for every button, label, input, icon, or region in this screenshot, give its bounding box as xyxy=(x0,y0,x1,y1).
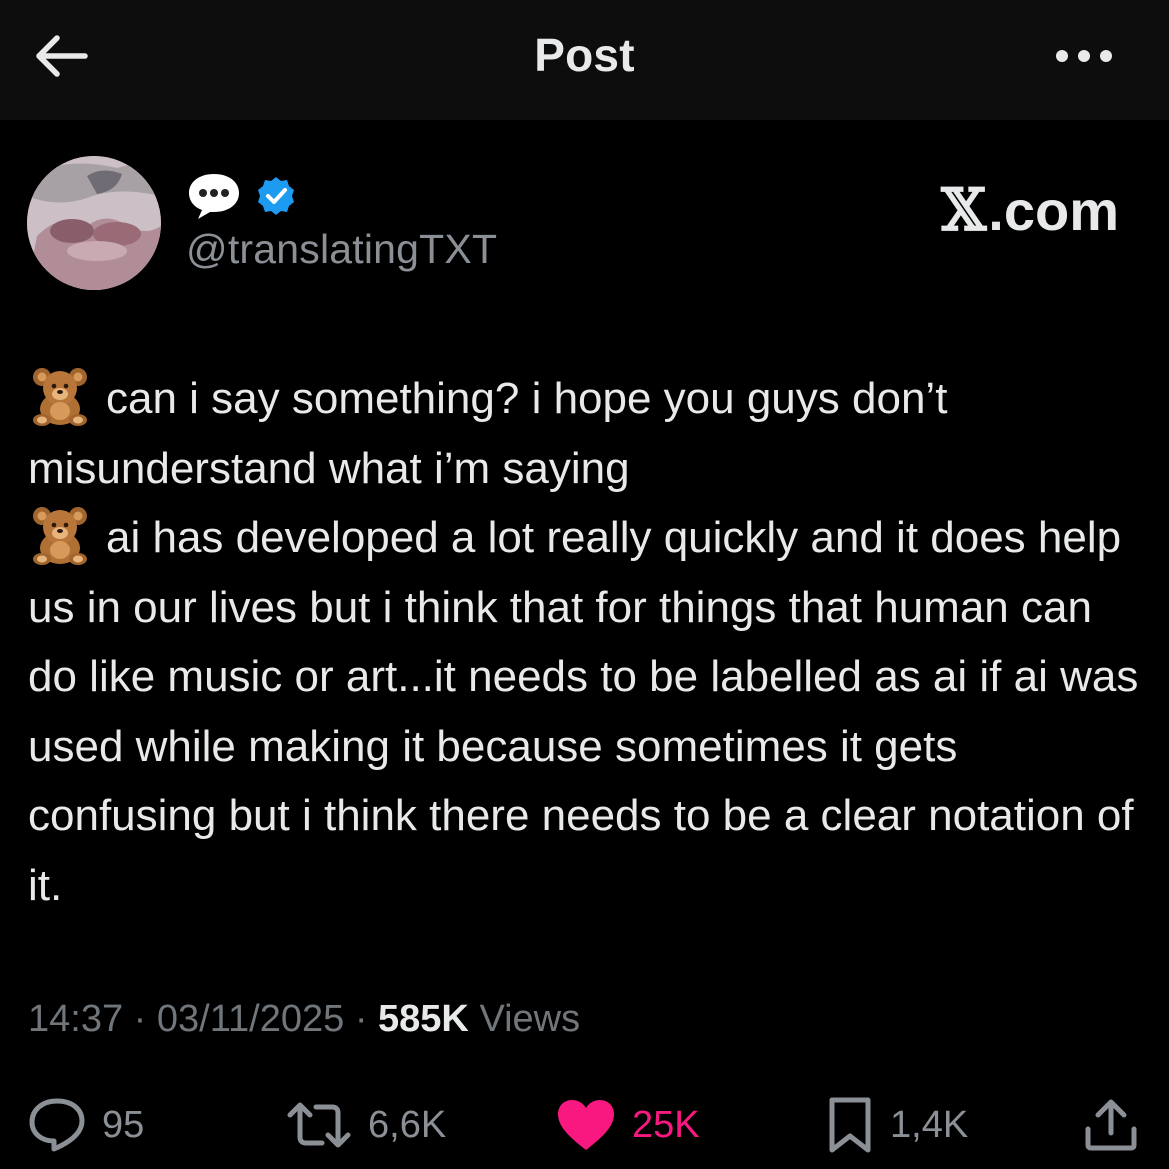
bookmark-count: 1,4K xyxy=(890,1103,969,1146)
views-label: Views xyxy=(479,998,581,1040)
post-paragraph: can i say something? i hope you guys don… xyxy=(28,364,1148,503)
post-paragraph: ai has developed a lot really quickly an… xyxy=(28,503,1148,920)
author-handle[interactable]: @translatingTXT xyxy=(186,226,497,273)
share-icon xyxy=(1085,1099,1137,1151)
teddy-bear-icon xyxy=(33,368,87,426)
post-line-text: can i say something? i hope you guys don… xyxy=(28,374,948,493)
like-button[interactable]: 25K xyxy=(556,1090,700,1160)
page-title: Post xyxy=(534,29,635,81)
reply-button[interactable]: 95 xyxy=(28,1090,144,1160)
repost-button[interactable]: 6,6K xyxy=(286,1090,446,1160)
meta-separator: · xyxy=(133,998,147,1040)
views-count: 585K xyxy=(378,998,469,1040)
verified-badge-icon xyxy=(258,177,294,215)
speech-bubble-emoji-icon xyxy=(189,174,239,219)
post-time[interactable]: 14:37 xyxy=(28,998,123,1040)
author-name-row[interactable] xyxy=(186,166,296,226)
post-text: can i say something? i hope you guys don… xyxy=(28,364,1148,920)
post-metadata: 14:37 · 03/11/2025 · 585K Views xyxy=(28,998,580,1041)
x-logo-icon: 𝕏 xyxy=(941,176,987,244)
reply-count: 95 xyxy=(102,1103,145,1146)
avatar-image xyxy=(27,156,161,290)
meta-separator: · xyxy=(354,998,368,1040)
post-line-text: ai has developed a lot really quickly an… xyxy=(28,513,1139,910)
avatar[interactable] xyxy=(27,156,161,290)
more-horizontal-icon xyxy=(1056,50,1112,62)
teddy-bear-icon xyxy=(33,507,87,565)
top-bar: Post xyxy=(0,0,1169,120)
repost-count: 6,6K xyxy=(368,1103,447,1146)
heart-filled-icon xyxy=(558,1100,614,1150)
share-button[interactable] xyxy=(1082,1090,1140,1160)
more-options-button[interactable] xyxy=(1049,24,1119,88)
action-bar: 95 6,6K 25K 1,4K xyxy=(0,1090,1169,1160)
bookmark-button[interactable]: 1,4K xyxy=(826,1090,968,1160)
post-date[interactable]: 03/11/2025 xyxy=(157,998,344,1040)
bookmark-icon xyxy=(829,1097,871,1153)
like-count: 25K xyxy=(632,1103,700,1146)
x-com-watermark: 𝕏 .com xyxy=(941,176,1119,244)
reply-icon xyxy=(29,1098,85,1152)
watermark-domain: .com xyxy=(988,178,1119,242)
repost-icon xyxy=(287,1102,351,1148)
